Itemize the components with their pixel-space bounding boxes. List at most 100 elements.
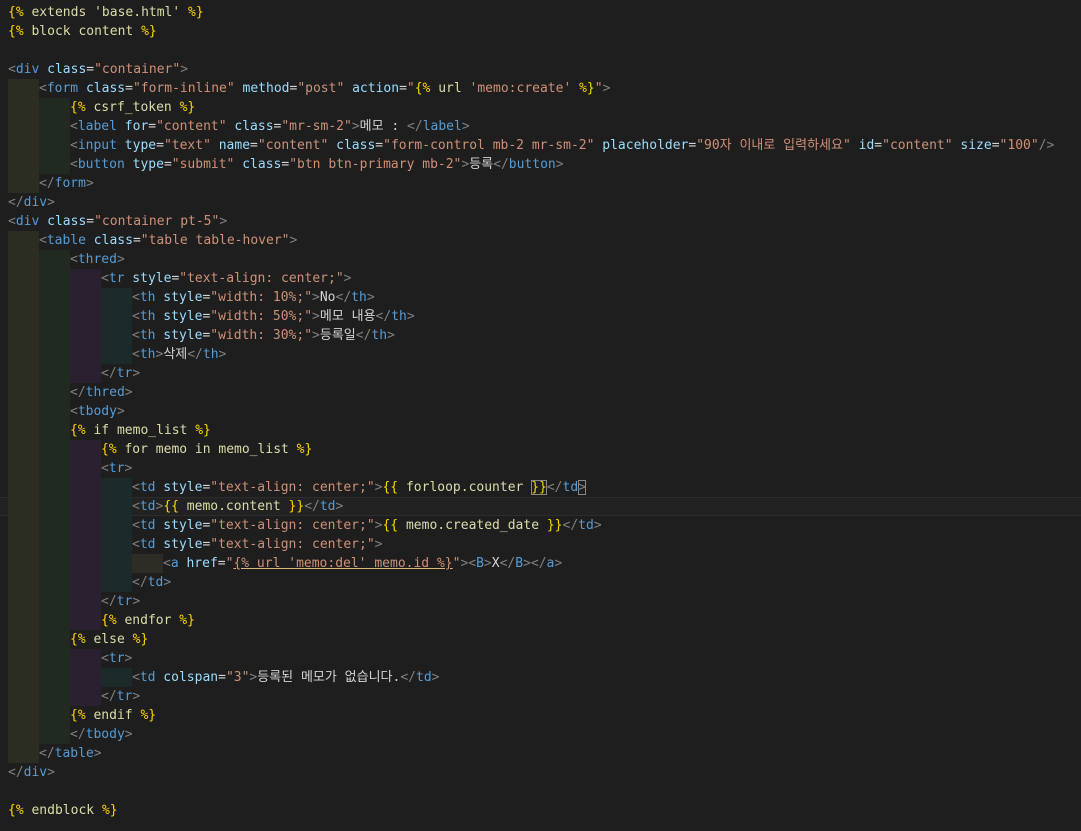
- code-token: memo.content: [178, 499, 289, 514]
- code-line[interactable]: <th style="width: 50%;">메모 내용</th>: [0, 307, 1081, 326]
- code-token: <: [132, 480, 140, 495]
- code-token: =: [375, 138, 384, 153]
- code-line[interactable]: <td colspan="3">등록된 메모가 없습니다.</td>: [0, 668, 1081, 687]
- code-token: >: [351, 119, 360, 134]
- code-text: {% endfor %}: [101, 611, 195, 630]
- code-token: {%: [8, 803, 24, 818]
- code-token: "width: 10%;": [210, 290, 313, 305]
- code-token: >: [312, 290, 320, 305]
- code-token: form: [46, 81, 79, 96]
- code-line[interactable]: <tr style="text-align: center;">: [0, 269, 1081, 288]
- code-text: <th>삭제</th>: [132, 345, 226, 364]
- code-token: =: [218, 670, 226, 685]
- code-token: <: [101, 461, 109, 476]
- code-line[interactable]: <th style="width: 30%;">등록일</th>: [0, 326, 1081, 345]
- code-line[interactable]: </td>: [0, 573, 1081, 592]
- code-text: <div class="container pt-5">: [8, 212, 227, 231]
- code-line[interactable]: <td style="text-align: center;">{{ memo.…: [0, 516, 1081, 535]
- code-line[interactable]: {% if memo_list %}: [0, 421, 1081, 440]
- code-token: <: [70, 252, 78, 267]
- code-token: method: [234, 81, 290, 96]
- code-line[interactable]: <a href="{% url 'memo:del' memo.id %}"><…: [0, 554, 1081, 573]
- code-token: {{: [382, 518, 399, 533]
- code-token: </: [562, 518, 579, 533]
- code-line[interactable]: {% else %}: [0, 630, 1081, 649]
- code-line[interactable]: <tbody>: [0, 402, 1081, 421]
- code-line[interactable]: <label for="content" class="mr-sm-2">메모 …: [0, 117, 1081, 136]
- code-line[interactable]: <thred>: [0, 250, 1081, 269]
- code-line[interactable]: <tr>: [0, 459, 1081, 478]
- code-line[interactable]: {% endblock %}: [0, 801, 1081, 820]
- code-token: {%: [101, 442, 117, 457]
- code-line[interactable]: [0, 782, 1081, 801]
- code-line[interactable]: </div>: [0, 763, 1081, 782]
- code-line[interactable]: <button type="submit" class="btn btn-pri…: [0, 155, 1081, 174]
- code-token: %}: [101, 803, 118, 818]
- code-text: <a href="{% url 'memo:del' memo.id %}"><…: [163, 554, 562, 573]
- code-line[interactable]: {% block content %}: [0, 22, 1081, 41]
- code-text: <table class="table table-hover">: [39, 231, 297, 250]
- code-line[interactable]: </tr>: [0, 687, 1081, 706]
- code-token: >: [163, 575, 172, 590]
- code-token: td: [139, 670, 156, 685]
- code-text: </tr>: [101, 687, 140, 706]
- indent-guide: [70, 345, 101, 364]
- code-token: >: [374, 537, 383, 552]
- code-token: >: [343, 271, 352, 286]
- code-line[interactable]: {% extends 'base.html' %}: [0, 3, 1081, 22]
- code-line[interactable]: </tr>: [0, 592, 1081, 611]
- code-editor[interactable]: {% extends 'base.html' %} {% block conten…: [0, 0, 1081, 831]
- code-line[interactable]: <td style="text-align: center;">{{ forlo…: [0, 478, 1081, 497]
- code-token: table: [46, 233, 86, 248]
- code-line[interactable]: {% endfor %}: [0, 611, 1081, 630]
- code-token: =: [874, 138, 883, 153]
- code-line[interactable]: </tr>: [0, 364, 1081, 383]
- code-line[interactable]: </div>: [0, 193, 1081, 212]
- code-text: <td style="text-align: center;">: [132, 535, 382, 554]
- code-token: style: [155, 518, 203, 533]
- code-token: >: [47, 195, 55, 210]
- code-token: "width: 30%;": [210, 328, 313, 343]
- code-token: <: [8, 62, 16, 77]
- code-token: {%: [101, 613, 117, 628]
- code-token: "text-align: center;": [210, 518, 375, 533]
- code-token: %}: [571, 81, 595, 96]
- indent-guide: [8, 307, 39, 326]
- code-token: }}: [531, 480, 547, 495]
- code-token: </: [355, 328, 372, 343]
- code-line[interactable]: <form class="form-inline" method="post" …: [0, 79, 1081, 98]
- code-line[interactable]: <th>삭제</th>: [0, 345, 1081, 364]
- code-text: <tr>: [101, 459, 132, 478]
- code-token: >: [602, 81, 611, 96]
- code-token: </: [8, 765, 24, 780]
- code-token: th: [371, 328, 388, 343]
- code-line[interactable]: <tr>: [0, 649, 1081, 668]
- code-line[interactable]: </form>: [0, 174, 1081, 193]
- code-line[interactable]: <div class="container">: [0, 60, 1081, 79]
- indent-guide: [8, 345, 39, 364]
- code-token: "container pt-5": [94, 214, 220, 229]
- code-line[interactable]: <table class="table table-hover">: [0, 231, 1081, 250]
- code-token: style: [155, 328, 203, 343]
- code-line[interactable]: {% csrf_token %}: [0, 98, 1081, 117]
- indent-guide: [8, 383, 39, 402]
- code-line[interactable]: {% for memo in memo_list %}: [0, 440, 1081, 459]
- code-line[interactable]: [0, 41, 1081, 60]
- code-token: "mr-sm-2": [281, 119, 352, 134]
- code-line[interactable]: <th style="width: 10%;">No</th>: [0, 288, 1081, 307]
- indent-guide: [70, 516, 101, 535]
- code-line[interactable]: <input type="text" name="content" class=…: [0, 136, 1081, 155]
- code-line[interactable]: <td style="text-align: center;">: [0, 535, 1081, 554]
- indent-guide: [8, 269, 39, 288]
- code-line[interactable]: </table>: [0, 744, 1081, 763]
- code-line[interactable]: </tbody>: [0, 725, 1081, 744]
- code-line[interactable]: {% endif %}: [0, 706, 1081, 725]
- code-line[interactable]: <td>{{ memo.content }}</td>: [0, 497, 1081, 516]
- code-token: th: [139, 309, 156, 324]
- code-text: </tr>: [101, 592, 140, 611]
- code-line[interactable]: </thred>: [0, 383, 1081, 402]
- indent-guide: [39, 155, 70, 174]
- code-line[interactable]: <div class="container pt-5">: [0, 212, 1081, 231]
- indent-guide: [8, 98, 39, 117]
- code-token: %}: [132, 632, 149, 647]
